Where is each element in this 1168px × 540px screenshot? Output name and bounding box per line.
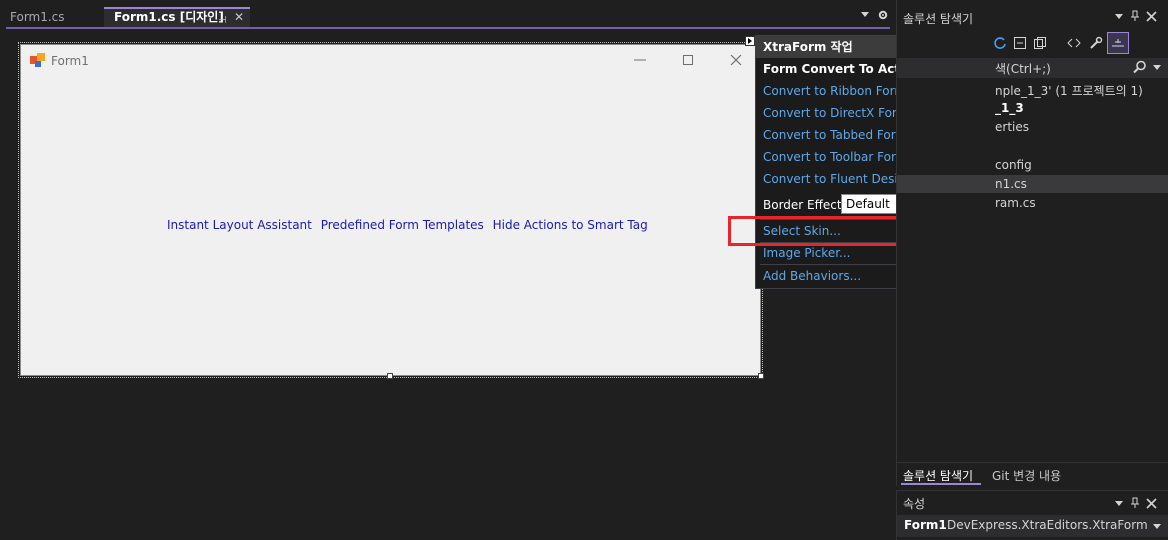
solution-explorer-panel: 솔루션 탐색기 색(Ctrl+;) nple_1_3' (1 프로젝트의 1) …: [896, 0, 1168, 486]
maximize-icon[interactable]: [681, 53, 695, 67]
predefined-form-templates-link[interactable]: Predefined Form Templates: [321, 218, 484, 232]
tab-label: Form1.cs: [10, 10, 65, 24]
object-type: DevExpress.XtraEditors.XtraForm: [947, 518, 1148, 532]
convert-ribbon-link[interactable]: Convert to Ribbon Form: [763, 84, 906, 98]
hide-actions-link[interactable]: Hide Actions to Smart Tag: [493, 218, 648, 232]
refresh-icon[interactable]: [993, 36, 1007, 50]
form-designer-links: Instant Layout Assistant Predefined Form…: [167, 218, 653, 232]
pin-icon[interactable]: [1130, 497, 1140, 509]
properties-title: 속성: [903, 497, 926, 511]
resize-handle-corner[interactable]: [758, 373, 764, 379]
chevron-down-icon[interactable]: [1115, 497, 1123, 509]
devexpress-form-icon: [30, 53, 46, 69]
image-picker-link[interactable]: Image Picker...: [763, 246, 850, 260]
chevron-down-icon[interactable]: [1153, 524, 1161, 529]
tree-item-solution[interactable]: nple_1_3' (1 프로젝트의 1): [995, 82, 1143, 99]
tree-item-program[interactable]: ram.cs: [995, 196, 1036, 210]
tree-item-project[interactable]: _1_3: [995, 101, 1024, 115]
tab-list-dropdown-icon[interactable]: [861, 12, 869, 17]
tree-item-config[interactable]: config: [995, 158, 1032, 172]
selected-row-highlight: [897, 175, 1168, 193]
document-tab-strip: Form1.cs Form1.cs [디자인] ⊣ ✕: [0, 0, 892, 28]
instant-layout-assistant-link[interactable]: Instant Layout Assistant: [167, 218, 312, 232]
preview-selected-icon[interactable]: [1107, 32, 1129, 54]
form-designer-window[interactable]: Form1 Instant Layout Assistant Predefine…: [18, 42, 763, 378]
tab-form1-designer[interactable]: Form1.cs [디자인] ⊣ ✕: [104, 7, 250, 27]
convert-tabbed-link[interactable]: Convert to Tabbed Form: [763, 128, 907, 142]
resize-handle-bottom[interactable]: [387, 373, 393, 379]
close-icon[interactable]: [1146, 497, 1157, 509]
search-icon[interactable]: [1133, 60, 1147, 74]
active-tab-underline: [901, 483, 981, 485]
border-effect-label: Border Effect: [763, 198, 842, 212]
tab-label: Form1.cs [디자인]: [114, 10, 224, 24]
properties-object-selector[interactable]: Form1 DevExpress.XtraEditors.XtraForm: [897, 515, 1168, 537]
properties-panel: 속성 Form1 DevExpress.XtraEditors.XtraForm: [896, 490, 1168, 540]
gear-icon[interactable]: [878, 10, 888, 20]
close-icon[interactable]: [1146, 10, 1157, 22]
search-placeholder: 색(Ctrl+;): [995, 62, 1051, 76]
tab-solution-explorer[interactable]: 솔루션 탐색기: [903, 467, 973, 484]
smart-tag-icon[interactable]: [745, 36, 755, 46]
convert-directx-link[interactable]: Convert to DirectX Form: [763, 106, 908, 120]
wrench-icon[interactable]: [1089, 36, 1103, 50]
chevron-down-icon[interactable]: [1153, 65, 1161, 70]
object-name: Form1: [904, 518, 947, 532]
border-effect-value: Default: [846, 197, 890, 211]
tab-git-changes[interactable]: Git 변경 내용: [992, 467, 1061, 484]
chevron-down-icon[interactable]: [1115, 10, 1123, 22]
form-title: Form1: [51, 54, 89, 68]
minimize-icon[interactable]: [633, 53, 647, 67]
tab-form1-cs[interactable]: Form1.cs: [0, 7, 101, 27]
add-behaviors-link[interactable]: Add Behaviors...: [763, 269, 861, 283]
solution-explorer-search[interactable]: 색(Ctrl+;): [897, 58, 1168, 78]
pin-icon[interactable]: [1130, 10, 1140, 22]
solution-explorer-toolbar: [897, 32, 1168, 56]
code-view-icon[interactable]: [1067, 36, 1081, 50]
solution-explorer-title: 솔루션 탐색기: [903, 12, 974, 26]
tree-item-properties[interactable]: erties: [995, 120, 1029, 134]
convert-toolbar-link[interactable]: Convert to Toolbar Form: [763, 150, 907, 164]
tree-item-form1[interactable]: n1.cs: [995, 177, 1027, 191]
copy-view-icon[interactable]: [1033, 36, 1047, 50]
close-icon[interactable]: [729, 53, 743, 67]
solution-explorer-bottom-tabs: 솔루션 탐색기 Git 변경 내용: [897, 462, 1168, 486]
close-icon[interactable]: ✕: [234, 9, 244, 26]
form-title-bar: Form1: [21, 45, 760, 77]
collapse-all-icon[interactable]: [1013, 36, 1027, 50]
